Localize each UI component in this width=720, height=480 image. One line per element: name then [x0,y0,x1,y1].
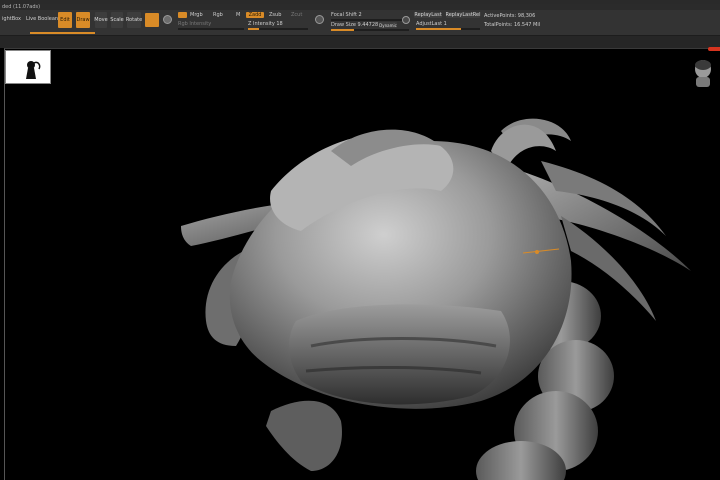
viewport-canvas[interactable] [4,48,720,480]
replay-last-button[interactable]: ReplayLast [414,12,442,18]
gizmo-icon[interactable] [315,15,324,24]
zsub-button[interactable]: Zsub [269,12,281,18]
mrgb-button[interactable]: Mrgb [190,12,203,18]
focal-shift-label: Focal Shift 2 [331,12,362,18]
active-points-readout: ActivePoints: 98,306 [484,13,536,19]
z-intensity-label: Z Intensity 18 [248,21,283,27]
live-boolean-button[interactable]: Live Boolean [26,16,58,22]
focal-shift-slider[interactable] [331,19,409,21]
draw-label: Draw [76,17,90,23]
draw-size-slider[interactable] [331,29,409,31]
move-button[interactable]: Move [94,12,108,28]
zadd-button[interactable]: Zadd [246,12,264,18]
adjust-last-fill [416,28,461,30]
draw-size-fill [331,29,355,31]
thumbnail-silhouette-icon [26,61,41,79]
brush-icon[interactable] [145,13,159,27]
dynamic-button[interactable]: Dynamic [379,22,397,28]
shelf-band [0,36,720,48]
scale-button[interactable]: Scale [110,12,124,28]
edit-button[interactable]: Edit [58,12,72,28]
lightbox-button[interactable]: ightBox [2,16,21,22]
stroke-icon[interactable] [402,16,410,24]
brush-cursor-dot [535,250,539,254]
rgb-button[interactable]: Rgb [213,12,223,18]
total-points-readout: TotalPoints: 16.547 Mil [484,22,541,28]
scale-label: Scale [110,17,124,23]
orientation-head-icon[interactable] [691,58,715,90]
draw-button[interactable]: Draw [76,12,90,28]
neck-collar [266,400,342,471]
rgb-intensity-slider[interactable] [178,28,244,30]
adjust-last-slider[interactable] [416,28,480,30]
rotate-label: Rotate [125,17,143,23]
z-intensity-fill [248,28,259,30]
material-icon[interactable] [163,15,172,24]
draw-size-label: Draw Size 9.44728 [331,22,379,28]
rgb-intensity-label: Rgb Intensity [178,21,212,27]
hair-wrap-band [289,304,510,405]
toolbar-underline [30,32,95,34]
replay-last-rel-button[interactable]: ReplayLastRel [445,12,481,18]
edit-label: Edit [60,17,70,23]
adjust-last-label: AdjustLast 1 [416,21,447,27]
zcut-button[interactable]: Zcut [291,12,302,18]
move-label: Move [94,17,108,23]
floating-palette-tab[interactable] [708,47,720,51]
toolbar: ightBox Live Boolean Edit Draw Move Scal… [0,10,720,36]
z-intensity-slider[interactable] [248,28,308,30]
rotate-button[interactable]: Rotate [125,12,143,28]
m-button[interactable]: M [236,12,240,18]
navigator-thumbnail[interactable] [5,50,51,84]
zadd-label: Zadd [248,12,262,18]
hair-sculpt-model [181,118,691,480]
a-toggle-button[interactable] [178,12,187,18]
